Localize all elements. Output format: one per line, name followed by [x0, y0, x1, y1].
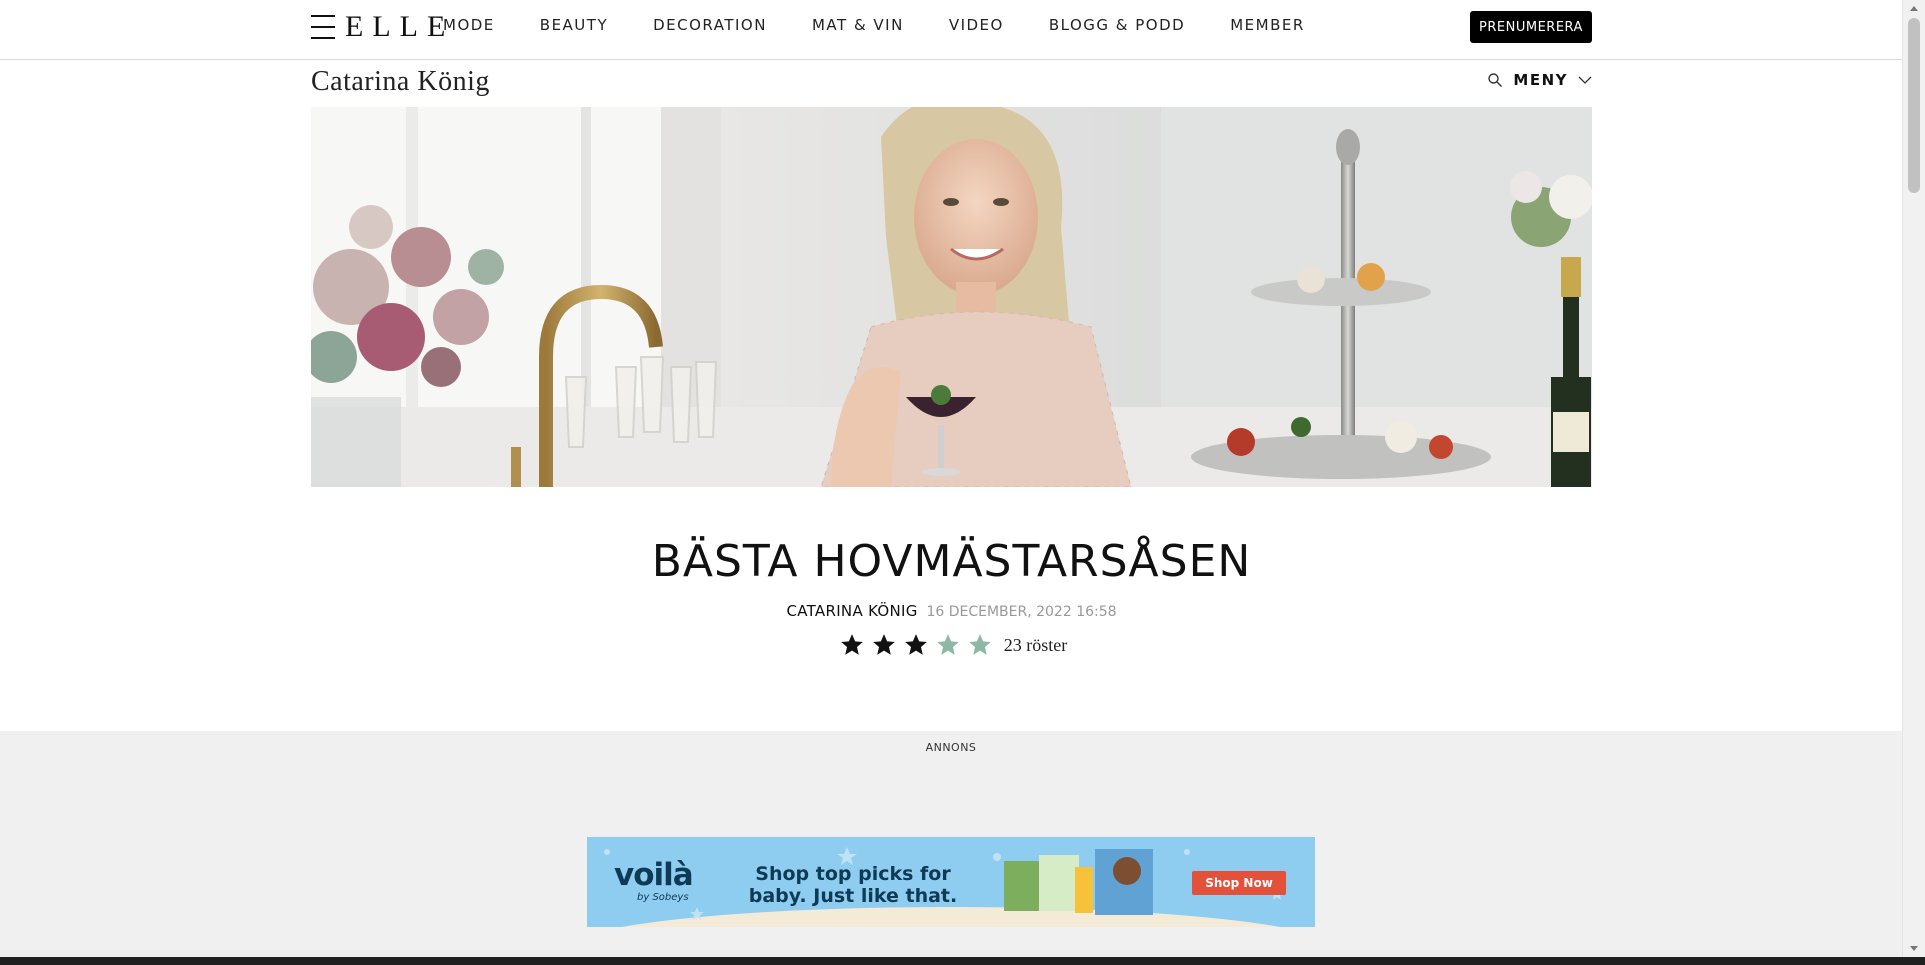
ad-headline: Shop top picks for baby. Just like that. [748, 863, 958, 907]
star-icon-4[interactable] [935, 632, 961, 658]
hero-image [311, 107, 1592, 487]
ad-label: ANNONS [925, 741, 977, 754]
nav-item-mat-vin[interactable]: MAT & VIN [812, 16, 904, 34]
vertical-scrollbar[interactable] [1902, 0, 1925, 957]
blog-header: Catarina König MENY [311, 60, 1592, 107]
subscribe-button[interactable]: PRENUMERERA [1470, 11, 1592, 43]
star-rating: 23 röster [311, 632, 1592, 658]
nav-item-decoration[interactable]: DECORATION [653, 16, 767, 34]
article-title: BÄSTA HOVMÄSTARSÅSEN [651, 536, 1252, 587]
os-taskbar [0, 957, 1925, 965]
nav-item-video[interactable]: VIDEO [949, 16, 1004, 34]
ad-brand-logo: voilà [614, 857, 694, 893]
hero-illustration [311, 107, 1592, 487]
scroll-down-arrow-icon[interactable] [1909, 943, 1919, 953]
blog-menu-button[interactable]: MENY [1487, 71, 1592, 89]
menu-label[interactable]: MENY [1513, 71, 1568, 89]
star-icon-3[interactable] [903, 632, 929, 658]
votes-count: 23 röster [1003, 634, 1068, 655]
publish-date: 16 DECEMBER, 2022 16:58 [926, 604, 1117, 620]
nav-item-member[interactable]: MEMBER [1230, 16, 1305, 34]
top-navigation-bar: ELLE MODE BEAUTY DECORATION MAT & VIN VI… [0, 0, 1902, 60]
ad-banner[interactable]: voilà by Sobeys Shop top picks for baby.… [587, 837, 1315, 927]
nav-item-mode[interactable]: MODE [443, 16, 495, 34]
elle-logo[interactable]: ELLE [345, 10, 454, 44]
main-nav: MODE BEAUTY DECORATION MAT & VIN VIDEO B… [443, 16, 1350, 34]
star-icon-5[interactable] [967, 632, 993, 658]
scrollbar-thumb[interactable] [1908, 18, 1920, 193]
nav-item-blogg-podd[interactable]: BLOGG & PODD [1049, 16, 1185, 34]
blog-title[interactable]: Catarina König [311, 66, 490, 98]
search-icon[interactable] [1487, 72, 1503, 88]
article-header: BÄSTA HOVMÄSTARSÅSEN CATARINA KÖNIG 16 D… [311, 530, 1592, 658]
chevron-down-icon[interactable] [1578, 75, 1592, 85]
star-icon-1[interactable] [839, 632, 865, 658]
author-name[interactable]: CATARINA KÖNIG [786, 602, 917, 620]
advertisement-zone: ANNONS voilà by Sobeys Shop top picks fo… [0, 731, 1902, 957]
article-byline: CATARINA KÖNIG 16 DECEMBER, 2022 16:58 [311, 602, 1592, 620]
nav-item-beauty[interactable]: BEAUTY [540, 16, 608, 34]
ad-brand-by: by Sobeys [637, 892, 689, 903]
scroll-up-arrow-icon[interactable] [1909, 4, 1919, 14]
ad-shop-now-button[interactable]: Shop Now [1192, 871, 1286, 895]
star-icon-2[interactable] [871, 632, 897, 658]
hamburger-menu-icon[interactable] [311, 15, 335, 39]
